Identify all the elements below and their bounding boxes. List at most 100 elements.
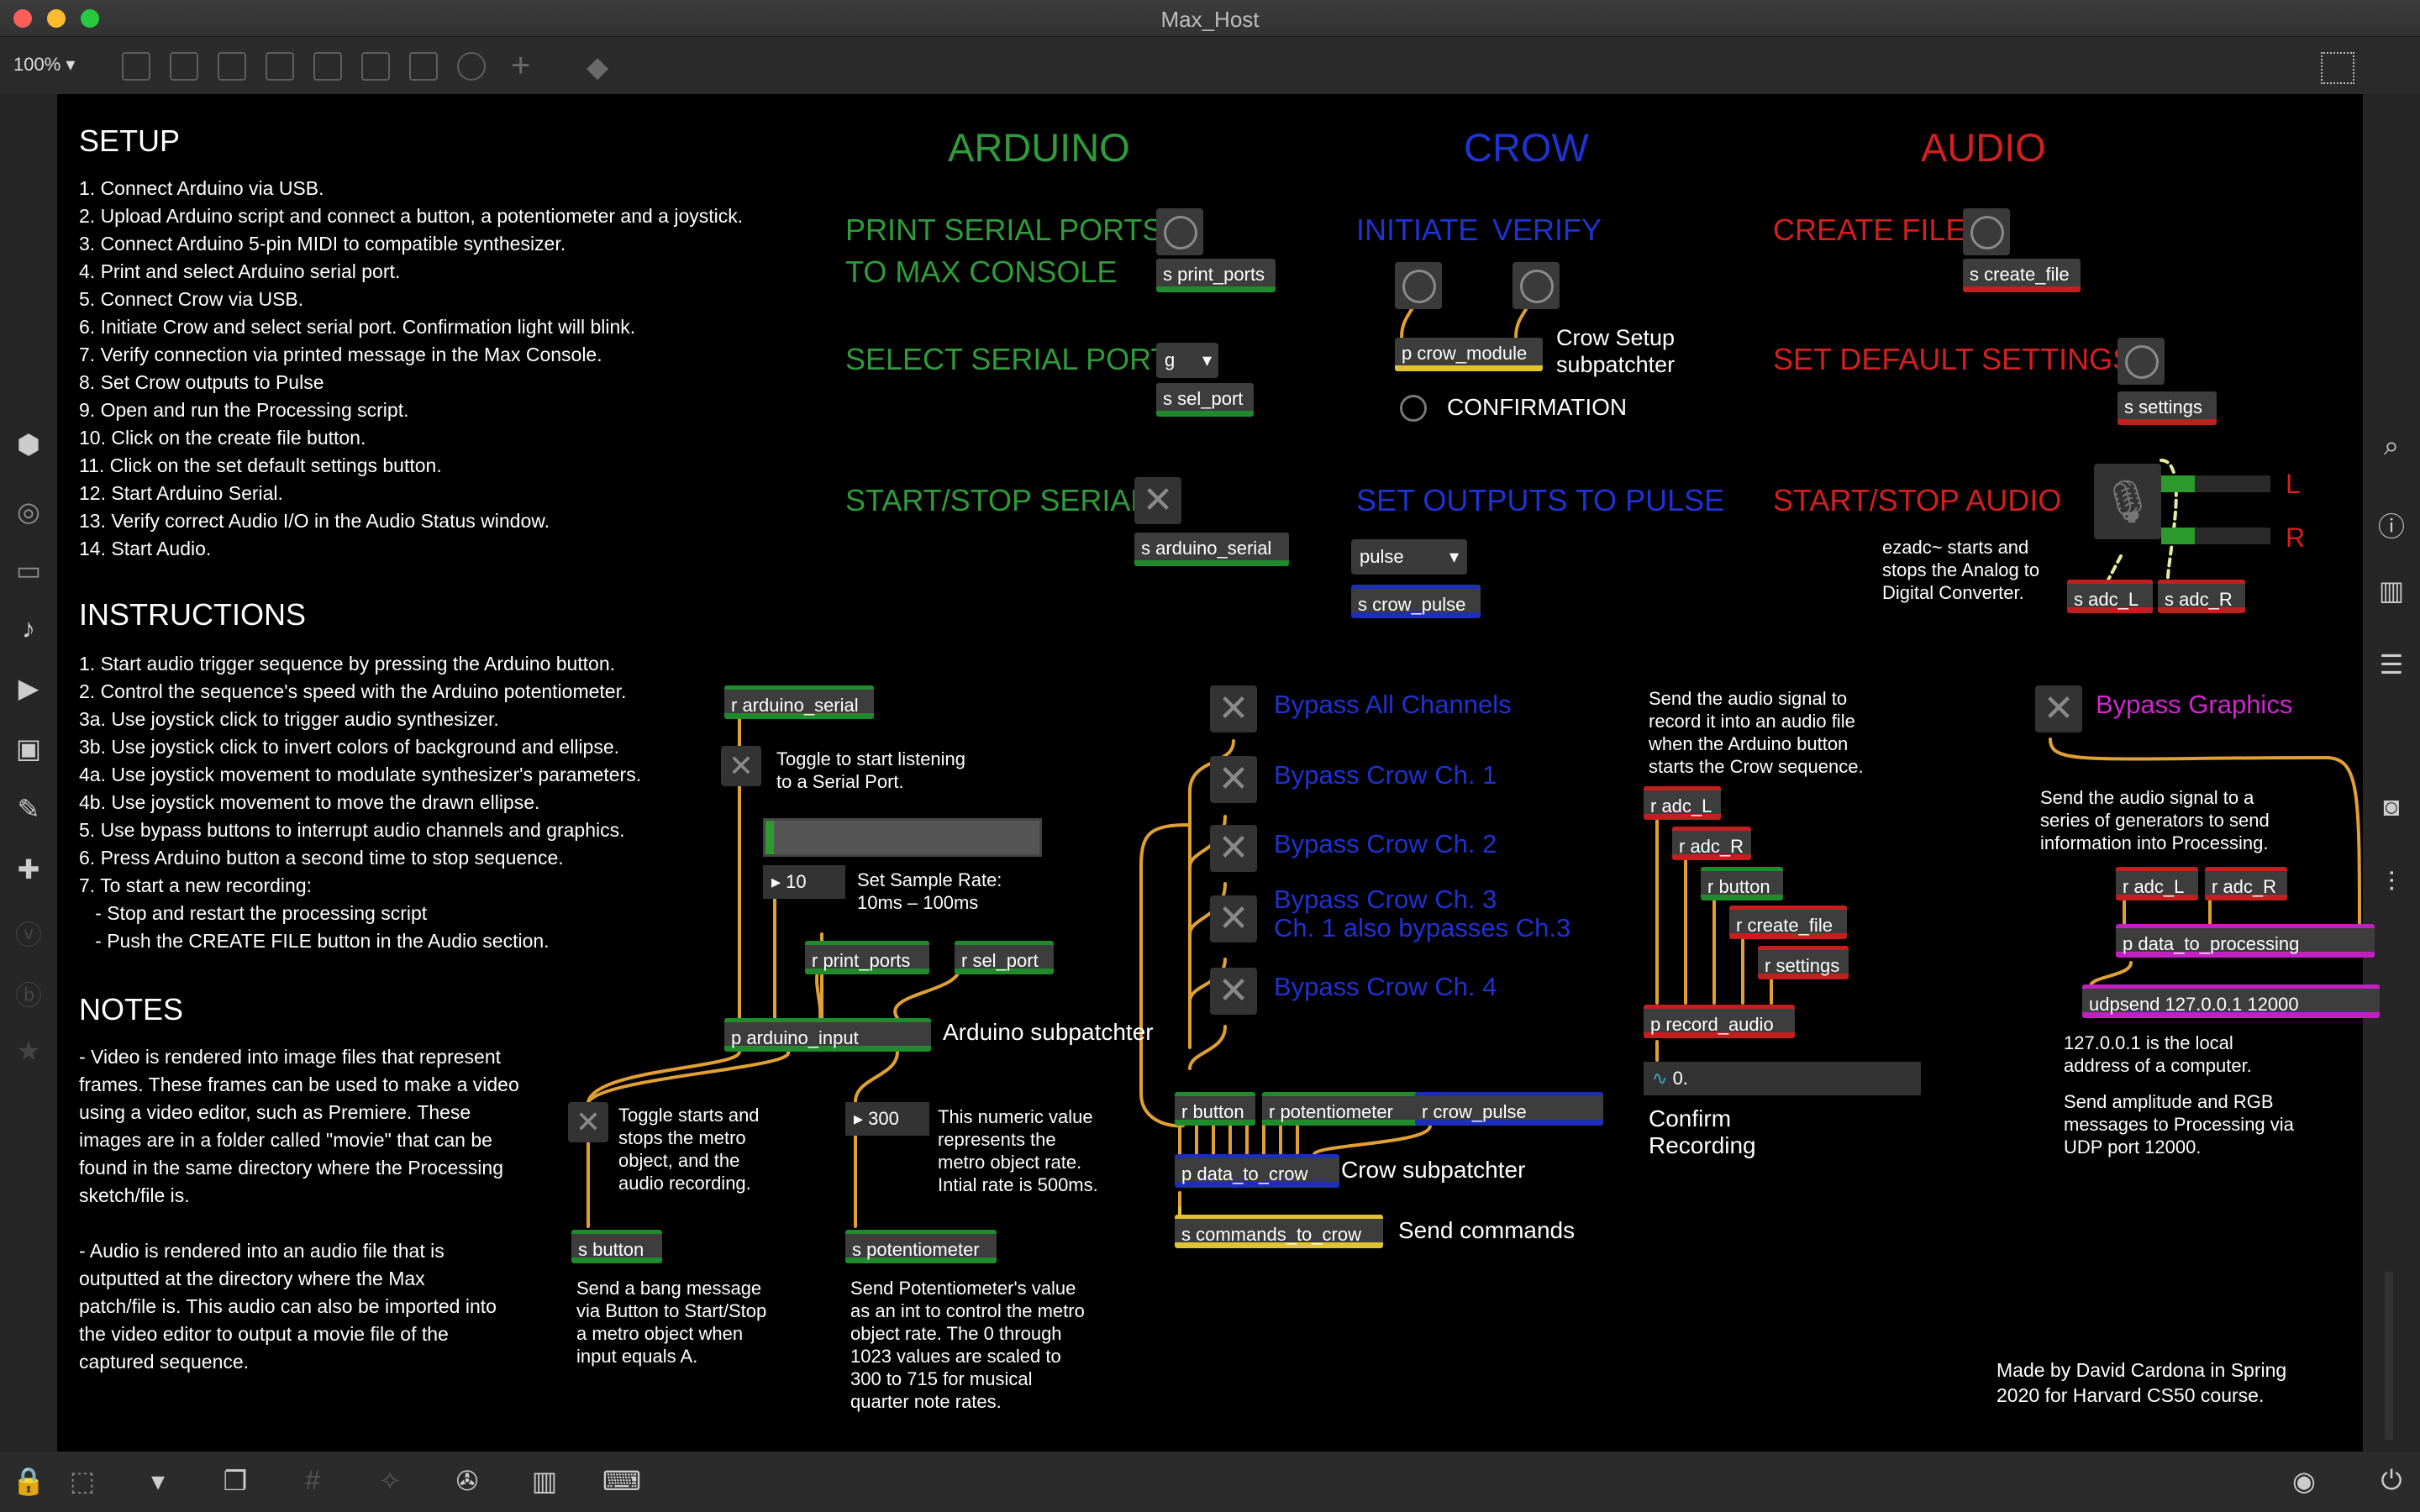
patcher-canvas[interactable]: SETUP 1. Connect Arduino via USB. 2. Uplo… [57,94,2380,1452]
ezadc-microphone-icon[interactable]: 🎙 [2094,464,2161,539]
s-sel-port-object[interactable]: s sel_port [1156,383,1254,417]
p-crow-module-object[interactable]: p crow_module [1395,338,1543,371]
serial-port-menu[interactable]: g ▾ [1156,343,1218,378]
music-note-icon[interactable]: ♪ [5,613,52,644]
zoom-select[interactable]: 100% ▾ [13,54,75,76]
initiate-bang[interactable] [1395,262,1442,309]
r-potentiometer-object[interactable]: r potentiometer [1262,1092,1425,1126]
s-create-file-object[interactable]: s create_file [1963,259,2081,292]
bypass-graphics-toggle[interactable]: ✕ [2035,685,2082,732]
play-icon[interactable]: ◉ [2281,1465,2328,1497]
s-print-ports-object[interactable]: s print_ports [1156,259,1276,292]
s-adc-L-object[interactable]: s adc_L [2067,580,2153,613]
r-adc-L-record-object[interactable]: r adc_L [1644,786,1721,820]
r-button-crow-object[interactable]: r button [1175,1092,1255,1126]
r-button-record-object[interactable]: r button [1701,867,1783,900]
comment-bubble-icon[interactable]: ▾ [134,1465,182,1497]
pulse-menu[interactable]: pulse ▾ [1351,539,1467,575]
add-icon[interactable]: + [511,47,530,85]
b-icon[interactable]: ⓑ [5,974,52,1013]
piano-icon[interactable]: ▥ [521,1465,568,1497]
wand-icon[interactable]: ✧ [366,1465,413,1497]
p-data-to-processing-object[interactable]: p data_to_processing [2116,924,2375,958]
p-arduino-input-object[interactable]: p arduino_input [724,1018,931,1052]
verify-bang[interactable] [1512,262,1560,309]
target-icon[interactable]: ◎ [5,496,52,528]
s-potentiometer-object[interactable]: s potentiometer [845,1230,997,1263]
r-adc-R-record-object[interactable]: r adc_R [1672,827,1751,860]
button-note-line: via Button to Start/Stop [576,1300,767,1321]
star-icon[interactable]: ★ [5,1035,52,1067]
instr-list-line: 7. To start a new recording: [79,874,312,896]
meter-L-label: L [2286,469,2301,499]
r-print-ports-object[interactable]: r print_ports [805,941,929,974]
metro-toggle[interactable]: ✕ [568,1102,608,1142]
r-sel-port-object[interactable]: r sel_port [955,941,1054,974]
s-crow-pulse-object[interactable]: s crow_pulse [1351,585,1481,618]
s-commands-to-crow-object[interactable]: s commands_to_crow [1175,1215,1383,1248]
s-adc-R-object[interactable]: s adc_R [2158,580,2245,613]
toggle-icon[interactable] [266,52,294,81]
attachment-icon[interactable]: ✎ [5,793,52,825]
bypass-ch2-toggle[interactable]: ✕ [1210,825,1257,872]
button-object-icon[interactable] [313,52,342,81]
split-view-icon[interactable]: ▥ [2368,575,2415,606]
new-object-icon[interactable] [122,52,150,81]
slider-icon[interactable] [409,52,438,81]
setup-list: 1. Connect Arduino via USB. 2. Upload Ard… [79,175,743,563]
r-crow-pulse-object[interactable]: r crow_pulse [1415,1092,1603,1126]
r-adc-R-graphics-object[interactable]: r adc_R [2205,867,2287,900]
info-icon[interactable]: ⓘ [2368,506,2415,544]
notes-list-line: images are in a folder called "movie" th… [79,1129,492,1151]
volume-slider[interactable] [2385,1272,2393,1440]
p-record-audio-object[interactable]: p record_audio [1644,1005,1795,1038]
s-settings-object[interactable]: s settings [2118,391,2217,425]
toolbar: 100% ▾ + ◆ [0,37,2420,94]
lock-icon[interactable]: 🔒 [5,1465,52,1497]
mixer-icon[interactable]: ⫶ [2368,867,2415,899]
metro-note-line: This numeric value [938,1106,1093,1127]
v-icon[interactable]: ⓥ [5,914,52,953]
grid-icon[interactable] [2321,52,2354,84]
serial-toggle[interactable]: ✕ [1134,477,1181,524]
plug-icon[interactable]: ✚ [5,853,52,885]
p-data-to-crow-object[interactable]: p data_to_crow [1175,1154,1339,1188]
bypass-ch1-toggle[interactable]: ✕ [1210,756,1257,803]
metro-rate-number[interactable]: ▸ 300 [845,1102,929,1136]
comment-icon[interactable] [218,52,246,81]
windows-icon[interactable]: ❐ [212,1465,259,1497]
sample-rate-slider[interactable] [763,818,1042,857]
media-icon[interactable]: ▶ [5,672,52,704]
new-message-icon[interactable] [170,52,198,81]
keyboard-icon[interactable]: ⌨ [598,1465,645,1497]
r-settings-object[interactable]: r settings [1758,946,1849,979]
r-adc-L-graphics-object[interactable]: r adc_L [2116,867,2198,900]
snapshot-icon[interactable]: ◙ [2368,791,2415,822]
wrench-icon[interactable]: ✇ [444,1465,491,1497]
print-ports-bang[interactable] [1156,208,1203,255]
listen-toggle[interactable]: ✕ [721,746,761,786]
number-icon[interactable] [361,52,390,81]
search-icon[interactable]: ⌕ [2368,430,2415,462]
dial-icon[interactable] [457,52,486,81]
power-icon[interactable]: ⏻ [2368,1465,2415,1497]
udpsend-object[interactable]: udpsend 127.0.0.1 12000 [2082,984,2380,1018]
packages-icon[interactable]: ⬢ [5,428,52,460]
image-icon[interactable]: ▣ [5,732,52,764]
set-default-bang[interactable] [2118,338,2165,385]
layout-icon[interactable]: ▭ [5,554,52,586]
grid-snap-icon[interactable]: # [289,1465,336,1496]
bypass-ch4-toggle[interactable]: ✕ [1210,968,1257,1015]
s-arduino-serial-object[interactable]: s arduino_serial [1134,533,1289,566]
sample-rate-number[interactable]: ▸ 10 [763,865,845,899]
console-icon[interactable]: ☰ [2368,648,2415,680]
setup-list-line: 10. Click on the create file button. [79,427,366,449]
create-file-bang[interactable] [1963,208,2010,255]
presentation-icon[interactable]: ⬚ [59,1465,106,1497]
r-create-file-object[interactable]: r create_file [1729,906,1847,939]
r-arduino-serial-object[interactable]: r arduino_serial [724,685,874,719]
paint-bucket-icon[interactable]: ◆ [587,50,608,84]
bypass-all-toggle[interactable]: ✕ [1210,685,1257,732]
s-button-object[interactable]: s button [571,1230,662,1263]
bypass-ch3-toggle[interactable]: ✕ [1210,895,1257,942]
